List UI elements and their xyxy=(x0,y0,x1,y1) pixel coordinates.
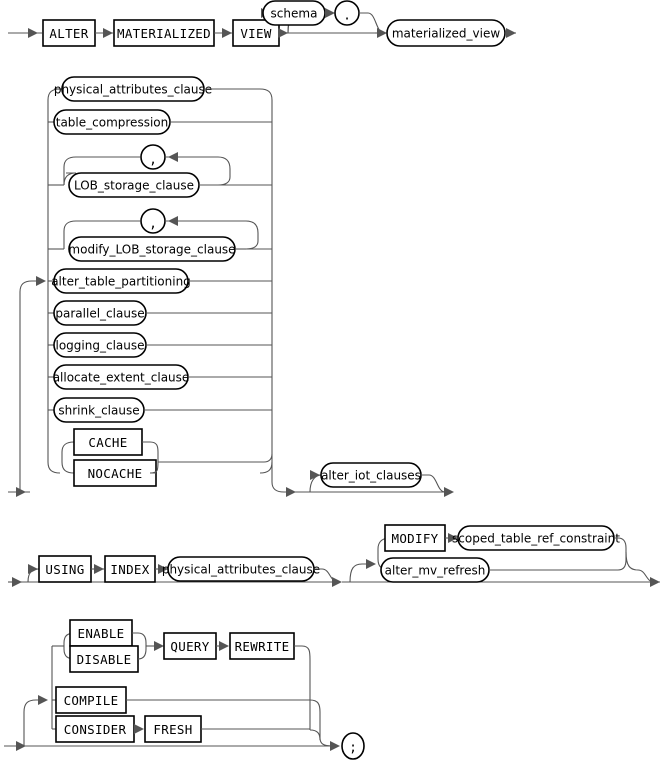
rail-rewrite-descend xyxy=(294,645,311,730)
arrow-iot-in xyxy=(310,470,320,480)
rail-modlob-loop-right-join xyxy=(245,237,259,250)
allocate-extent-clause-label: allocate_extent_clause xyxy=(53,371,190,385)
line3-physical-attributes-clause-label: physical_attributes_clause xyxy=(162,563,320,577)
railroad-diagram-svg: ALTER MATERIALIZED VIEW schema . materia… xyxy=(4,0,660,760)
disable-keyword-label: DISABLE xyxy=(77,652,132,667)
rail-lob-loop-right-join xyxy=(217,173,231,186)
arrow-consider-to-fresh xyxy=(134,724,144,734)
rail-right-spine-top-curve xyxy=(259,88,273,101)
rail-iot-down-join xyxy=(421,474,446,493)
rewrite-keyword-label: REWRITE xyxy=(235,639,290,654)
compile-keyword-label: COMPILE xyxy=(64,693,119,708)
arrow-to-query xyxy=(154,641,164,651)
option-row-cache-nocache: CACHE NOCACHE xyxy=(61,428,273,487)
line-4-enable-compile-consider: ENABLE DISABLE QUERY REWRITE COMPILE CON… xyxy=(4,619,365,760)
dot-label: . xyxy=(343,9,351,24)
option-row-allocate-extent-clause: allocate_extent_clause xyxy=(48,364,272,390)
arrow-2 xyxy=(222,28,232,38)
rail-cache-join-right-curve xyxy=(263,453,273,463)
rail-cache-out xyxy=(142,441,159,462)
arrow-3 xyxy=(278,28,288,38)
rail-line2-outer-left-riser xyxy=(19,280,44,492)
view-keyword-label: VIEW xyxy=(240,26,271,41)
rail-right-spine-bottom-curve xyxy=(259,461,273,474)
scoped-table-ref-constraint-label: scoped_table_ref_constraint xyxy=(452,532,620,546)
alter-iot-clauses-label: alter_iot_clauses xyxy=(321,469,421,483)
arrow-line4-choice-in xyxy=(38,695,48,705)
physical-attributes-clause-label: physical_attributes_clause xyxy=(54,83,212,97)
alter-mv-refresh-label: alter_mv_refresh xyxy=(385,564,486,578)
arrow-modlob-loop-back xyxy=(168,216,178,226)
rail-spine-bottom-curve xyxy=(47,461,61,474)
rail-compile-join-bottom xyxy=(309,699,333,747)
arrow-line3-entry xyxy=(12,577,22,587)
arrow-to-semicolon xyxy=(330,741,340,751)
nocache-keyword-label: NOCACHE xyxy=(88,466,143,481)
arrow-line2-out xyxy=(444,487,454,497)
arrow-query-to-rewrite xyxy=(219,641,229,651)
arrow-modify-block-in xyxy=(366,559,376,569)
lob-storage-clause-label: LOB_storage_clause xyxy=(74,179,194,193)
option-row-logging-clause: logging_clause xyxy=(48,332,272,358)
semicolon-label: ; xyxy=(349,741,357,756)
arrow-entry xyxy=(28,28,38,38)
using-keyword-label: USING xyxy=(45,562,84,577)
index-keyword-label: INDEX xyxy=(110,562,149,577)
rail-cache-sub-left-bottom xyxy=(61,461,75,474)
table-compression-label: table_compression xyxy=(56,116,168,130)
arrow-using-in xyxy=(28,564,38,574)
line-1-alter-materialized-view: ALTER MATERIALIZED VIEW schema . materia… xyxy=(8,0,516,47)
enable-keyword-label: ENABLE xyxy=(78,626,125,641)
modify-lob-comma-label: , xyxy=(149,217,157,232)
arrow-line2-stack-in xyxy=(36,276,46,286)
shrink-clause-label: shrink_clause xyxy=(58,404,139,418)
materialized-view-label: materialized_view xyxy=(392,27,501,41)
arrow-line3-mid xyxy=(332,577,342,587)
syntax-diagram-canvas: ALTER MATERIALIZED VIEW schema . materia… xyxy=(0,0,666,763)
option-row-alter-table-partitioning: alter_table_partitioning xyxy=(48,268,272,294)
rail-lob-loop-right-descend xyxy=(217,156,231,173)
rail-choice-merge-descend xyxy=(309,729,321,741)
cache-keyword-label: CACHE xyxy=(88,435,127,450)
parallel-clause-label: parallel_clause xyxy=(55,307,144,321)
line-2-option-stack: physical_attributes_clause table_compres… xyxy=(8,76,454,497)
optional-alter-iot-clauses: alter_iot_clauses xyxy=(300,462,454,497)
option-row-modify-lob-storage: , modify_LOB_storage_clause xyxy=(48,208,272,262)
rail-line3-choice-right-bottom xyxy=(617,552,627,571)
option-row-lob-storage: , LOB_storage_clause xyxy=(48,144,272,198)
option-row-parallel-clause: parallel_clause xyxy=(48,300,272,326)
query-keyword-label: QUERY xyxy=(170,639,209,654)
fresh-keyword-label: FRESH xyxy=(153,722,192,737)
schema-label: schema xyxy=(271,7,318,21)
option-row-physical-attributes: physical_attributes_clause xyxy=(54,76,260,102)
rail-cache-sub-left-top xyxy=(61,441,75,453)
materialized-keyword-label: MATERIALIZED xyxy=(117,26,211,41)
arrow-mv-out xyxy=(506,28,516,38)
arrow-line3-out xyxy=(650,577,660,587)
arrow-mv-in xyxy=(377,28,387,38)
line-3-using-index-modify: USING INDEX physical_attributes_clause M… xyxy=(8,524,660,587)
rail-line3-choice-descend xyxy=(625,551,655,583)
option-row-table-compression: table_compression xyxy=(48,109,272,135)
arrow-line2-stack-out xyxy=(286,487,296,497)
alter-keyword-label: ALTER xyxy=(49,26,88,41)
rail-modlob-loop-right-descend xyxy=(245,220,259,237)
logging-clause-label: logging_clause xyxy=(56,339,145,353)
lob-comma-label: , xyxy=(149,153,157,168)
rail-line4-outer-riser xyxy=(23,699,46,746)
arrow-schema-to-dot xyxy=(325,8,335,18)
rail-enable-out xyxy=(132,632,147,646)
modify-keyword-label: MODIFY xyxy=(392,531,439,546)
arrow-using-to-index xyxy=(94,564,104,574)
alter-table-partitioning-label: alter_table_partitioning xyxy=(51,275,191,289)
arrow-1 xyxy=(103,28,113,38)
option-row-shrink-clause: shrink_clause xyxy=(48,397,272,423)
rail-disable-out xyxy=(137,646,147,660)
consider-keyword-label: CONSIDER xyxy=(64,722,127,737)
arrow-lob-loop-back xyxy=(168,152,178,162)
arrow-line2-entry xyxy=(16,487,26,497)
modify-lob-storage-clause-label: modify_LOB_storage_clause xyxy=(68,243,235,257)
